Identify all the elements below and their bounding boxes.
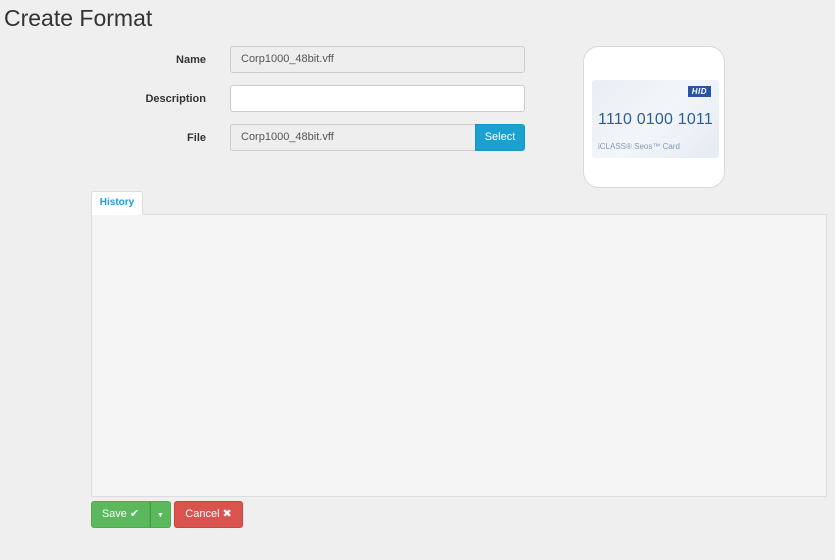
card-number: 1110 0100 1011 xyxy=(598,111,713,128)
create-format-page: Create Format Name Corp1000_48bit.vff De… xyxy=(0,0,835,560)
save-button[interactable]: Save ✔ xyxy=(91,501,150,528)
name-field[interactable]: Corp1000_48bit.vff xyxy=(230,46,525,73)
history-panel xyxy=(91,214,827,497)
check-icon: ✔ xyxy=(129,508,140,520)
card-type-label: iCLASS® Seos™ Card xyxy=(598,142,680,151)
save-button-label: Save xyxy=(101,508,127,520)
file-field[interactable]: Corp1000_48bit.vff xyxy=(230,124,476,151)
card-brand-logo: HID xyxy=(687,86,711,97)
page-title: Create Format xyxy=(4,5,153,31)
description-field[interactable] xyxy=(230,85,525,112)
tab-history[interactable]: History xyxy=(91,191,143,215)
select-file-button[interactable]: Select xyxy=(475,124,525,151)
file-label: File xyxy=(187,132,206,144)
file-input-group: Corp1000_48bit.vff Select xyxy=(230,124,525,151)
cancel-button-label: Cancel xyxy=(185,508,220,520)
name-label: Name xyxy=(176,54,206,66)
card-preview: HID 1110 0100 1011 iCLASS® Seos™ Card xyxy=(583,46,725,188)
times-icon: ✖ xyxy=(222,508,232,520)
cancel-button[interactable]: Cancel ✖ xyxy=(174,501,243,528)
caret-down-icon: ▼ xyxy=(157,512,164,519)
card-image: HID 1110 0100 1011 iCLASS® Seos™ Card xyxy=(592,80,719,158)
save-options-dropdown[interactable]: ▼ xyxy=(150,501,171,528)
description-label: Description xyxy=(145,93,206,105)
